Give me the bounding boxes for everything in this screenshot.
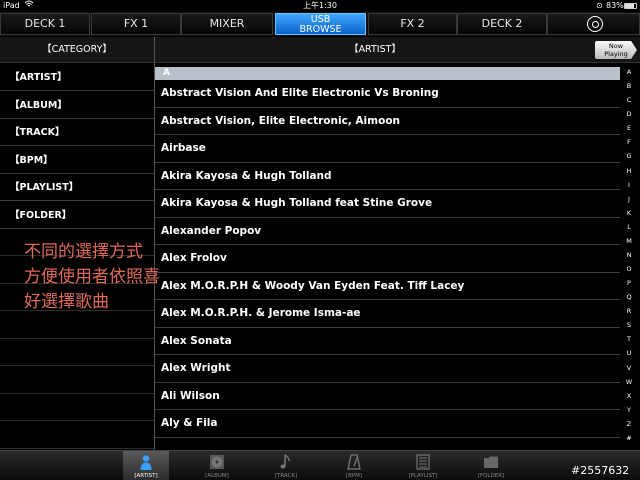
list-item[interactable]: Akira Kayosa & Hugh Tolland feat Stine G… xyxy=(155,190,620,218)
index-letter[interactable]: I xyxy=(620,181,638,189)
tab-mixer[interactable]: MIXER xyxy=(181,13,273,35)
index-letter[interactable]: T xyxy=(620,335,638,343)
index-letter[interactable]: X xyxy=(620,392,638,400)
index-letter[interactable]: D xyxy=(620,110,638,118)
index-letter[interactable]: J xyxy=(620,195,638,203)
list-item[interactable]: Abstract Vision, Elite Electronic, Aimoo… xyxy=(155,108,620,135)
index-letter[interactable]: L xyxy=(620,223,638,231)
metronome-icon xyxy=(347,454,361,470)
folder-icon xyxy=(484,456,498,468)
index-letter[interactable]: V xyxy=(620,364,638,372)
index-letter[interactable]: # xyxy=(620,434,638,442)
list-item[interactable]: Akira Kayosa & Hugh Tolland xyxy=(155,163,620,190)
bottom-tab-label: [ARTIST] xyxy=(134,473,158,479)
now-playing-line1: Now xyxy=(608,42,624,50)
bottom-toolbar: [ARTIST] [ALBUM] [TRACK] [BPM] [PLAYLIST… xyxy=(0,450,640,480)
category-item-album[interactable]: 【ALBUM】 xyxy=(0,92,154,119)
alphabet-index[interactable]: A B C D E F G H I J K L M N O P Q R S T U V W X Y Z # xyxy=(620,68,638,448)
annotation-line: 方便使用者依照喜 xyxy=(24,267,160,287)
battery-percent: 83% xyxy=(606,1,624,10)
index-letter[interactable]: K xyxy=(620,209,638,217)
now-playing-line2: Playing xyxy=(604,50,628,58)
index-letter[interactable]: U xyxy=(620,349,638,357)
index-letter[interactable]: N xyxy=(620,251,638,259)
bottom-tab-folder[interactable]: [FOLDER] xyxy=(468,451,514,480)
bottom-tab-label: [BPM] xyxy=(345,473,363,479)
category-header: 【CATEGORY】 xyxy=(0,37,154,63)
tab-usb-line2: BROWSE xyxy=(299,24,342,35)
annotation-line: 好選擇歌曲 xyxy=(24,292,109,312)
tab-fx-2[interactable]: FX 2 xyxy=(368,13,457,35)
tab-usb-browse[interactable]: USB BROWSE xyxy=(275,13,366,35)
list-item[interactable]: Ali Wilson xyxy=(155,383,620,410)
music-note-icon xyxy=(280,454,290,469)
index-letter[interactable]: G xyxy=(620,152,638,160)
annotation-text: 不同的選擇方式 方便使用者依照喜 好選擇歌曲 xyxy=(24,240,160,315)
category-item-track[interactable]: 【TRACK】 xyxy=(0,119,154,146)
watermark: #2557632 xyxy=(571,464,630,477)
index-letter[interactable]: E xyxy=(620,124,638,132)
disc-icon xyxy=(210,455,224,469)
bottom-tab-label: [TRACK] xyxy=(274,473,298,479)
list-item[interactable]: Alexander Popov xyxy=(155,218,620,245)
sync-icon xyxy=(587,16,603,32)
index-letter[interactable]: O xyxy=(620,265,638,273)
index-letter[interactable]: P xyxy=(620,279,638,287)
index-letter[interactable]: Z xyxy=(620,420,638,428)
index-letter[interactable]: H xyxy=(620,167,638,175)
status-bar: iPad 上午1:30 ⊙ 83% xyxy=(0,0,640,12)
bottom-tab-album[interactable]: [ALBUM] xyxy=(194,451,240,480)
top-tab-bar: DECK 1 FX 1 MIXER USB BROWSE FX 2 DECK 2 xyxy=(0,12,640,36)
bottom-tab-label: [FOLDER] xyxy=(477,473,505,479)
category-empty-row xyxy=(0,312,154,339)
category-empty-row xyxy=(0,394,154,421)
artist-header-bar: 【ARTIST】 Now Playing xyxy=(155,37,640,63)
index-letter[interactable]: Q xyxy=(620,293,638,301)
index-letter[interactable]: C xyxy=(620,96,638,104)
category-empty-row xyxy=(0,367,154,394)
index-letter[interactable]: B xyxy=(620,82,638,90)
tab-deck-1[interactable]: DECK 1 xyxy=(0,13,90,35)
index-letter[interactable]: W xyxy=(620,378,638,386)
section-header: A xyxy=(155,67,620,80)
person-icon xyxy=(140,455,152,470)
bottom-tab-label: [ALBUM] xyxy=(205,473,229,479)
index-letter[interactable]: M xyxy=(620,237,638,245)
list-item[interactable]: Alex Wright xyxy=(155,355,620,383)
bottom-tab-artist[interactable]: [ARTIST] xyxy=(123,451,169,480)
bottom-tab-track[interactable]: [TRACK] xyxy=(263,451,309,480)
category-empty-row xyxy=(0,339,154,366)
now-playing-button[interactable]: Now Playing xyxy=(595,41,637,59)
sync-button[interactable] xyxy=(547,13,640,35)
artist-header: 【ARTIST】 xyxy=(349,44,401,55)
list-item[interactable]: Alex M.O.R.P.H. & Jerome Isma-ae xyxy=(155,300,620,328)
list-item[interactable]: Alex Sonata xyxy=(155,328,620,355)
annotation-line: 不同的選擇方式 xyxy=(24,242,143,262)
category-item-artist[interactable]: 【ARTIST】 xyxy=(0,64,154,91)
category-item-bpm[interactable]: 【BPM】 xyxy=(0,147,154,174)
bottom-tab-bpm[interactable]: [BPM] xyxy=(331,451,377,480)
tab-fx-1[interactable]: FX 1 xyxy=(91,13,181,35)
index-letter[interactable]: F xyxy=(620,138,638,146)
clock: 上午1:30 xyxy=(303,1,337,10)
battery-icon xyxy=(624,3,637,9)
tab-deck-2[interactable]: DECK 2 xyxy=(457,13,547,35)
orientation-lock-icon: ⊙ xyxy=(596,1,603,10)
index-letter[interactable]: S xyxy=(620,321,638,329)
list-item[interactable]: Airbase xyxy=(155,135,620,163)
category-item-folder[interactable]: 【FOLDER】 xyxy=(0,202,154,229)
list-item[interactable]: Abstract Vision And Elite Electronic Vs … xyxy=(155,80,620,108)
category-item-playlist[interactable]: 【PLAYLIST】 xyxy=(0,174,154,201)
bottom-tab-playlist[interactable]: [PLAYLIST] xyxy=(400,451,446,480)
index-letter[interactable]: R xyxy=(620,307,638,315)
artist-list: Abstract Vision And Elite Electronic Vs … xyxy=(155,80,620,450)
playlist-icon xyxy=(416,454,430,470)
list-item[interactable]: Alex M.O.R.P.H & Woody Van Eyden Feat. T… xyxy=(155,273,620,300)
list-item[interactable]: Alex Frolov xyxy=(155,245,620,273)
list-item[interactable]: Aly & Fila xyxy=(155,410,620,438)
index-letter[interactable]: A xyxy=(620,68,638,76)
bottom-tab-label: [PLAYLIST] xyxy=(408,473,438,479)
category-empty-row xyxy=(0,422,154,449)
index-letter[interactable]: Y xyxy=(620,406,638,414)
